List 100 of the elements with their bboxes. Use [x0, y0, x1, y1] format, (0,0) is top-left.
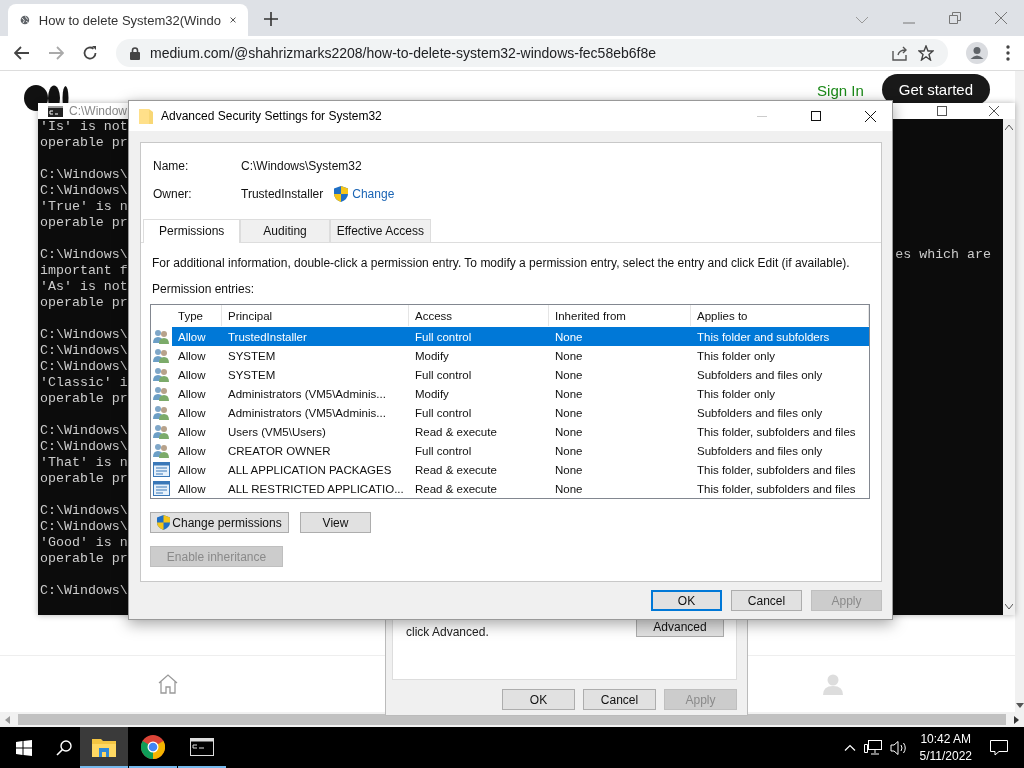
- close-icon[interactable]: [865, 110, 876, 122]
- section-label: Permission entries:: [152, 282, 256, 296]
- scroll-down-icon[interactable]: [1005, 604, 1013, 609]
- table-cell-text: Allow: [177, 424, 207, 440]
- console-line: C:\Windows\: [40, 423, 128, 439]
- console-line: C:\Windows\: [40, 183, 128, 199]
- window-title: C:\Window: [69, 104, 127, 118]
- url-text: medium.com/@shahrizmarks2208/how-to-delete-system32-windows-fec58eb6f8e: [150, 45, 656, 61]
- restore-icon[interactable]: [949, 12, 961, 24]
- address-bar[interactable]: medium.com/@shahrizmarks2208/how-to-delete-system32-windows-fec58eb6f8e: [116, 39, 948, 67]
- home-icon[interactable]: [157, 673, 179, 695]
- dialog-button[interactable]: Cancel: [731, 590, 802, 611]
- users-icon: [153, 424, 170, 439]
- get-started-button[interactable]: Get started: [881, 74, 990, 105]
- table-row[interactable]: Allow Administrators (VM5\Adminis... Modify None This folder only: [151, 384, 869, 403]
- maximize-icon[interactable]: [811, 111, 821, 121]
- horizontal-scrollbar[interactable]: [0, 712, 1024, 727]
- dialog-button[interactable]: Cancel: [583, 689, 656, 710]
- console-line: C:\Windows\: [40, 247, 128, 263]
- table-cell-text: None: [554, 405, 584, 421]
- change-link[interactable]: Change: [352, 187, 395, 201]
- maximize-icon[interactable]: [937, 106, 947, 116]
- dialog-button[interactable]: OK: [651, 590, 722, 611]
- network-icon[interactable]: [863, 740, 882, 755]
- console-line: important f: [40, 263, 128, 279]
- table-cell-text: This folder, subfolders and files: [696, 462, 857, 478]
- column-header[interactable]: Principal: [222, 305, 409, 326]
- taskbar-app[interactable]: [80, 727, 128, 768]
- table-cell-text: Administrators (VM5\Adminis...: [227, 386, 387, 402]
- close-icon[interactable]: [229, 15, 236, 25]
- view-button[interactable]: View: [300, 512, 371, 533]
- table-row[interactable]: Allow Administrators (VM5\Adminis... Full control None Subfolders and files only: [151, 403, 869, 422]
- close-icon[interactable]: [989, 106, 999, 116]
- console-line: 'Classic' i: [40, 375, 128, 391]
- table-row[interactable]: Allow Users (VM5\Users) Read & execute None This folder, subfolders and files: [151, 422, 869, 441]
- table-cell-text: ALL RESTRICTED APPLICATIO...: [227, 481, 405, 497]
- menu-icon[interactable]: [1006, 45, 1010, 61]
- reload-icon[interactable]: [82, 45, 98, 61]
- table-row[interactable]: Allow CREATOR OWNER Full control None Subfolders and files only: [151, 441, 869, 460]
- start-icon[interactable]: [16, 739, 32, 756]
- table-cell: Allow: [172, 327, 222, 346]
- console-line: operable pr: [40, 391, 128, 407]
- table-cell: Full control: [409, 327, 549, 346]
- scroll-right-icon[interactable]: [1014, 715, 1019, 724]
- table-row[interactable]: Allow ALL RESTRICTED APPLICATIO... Read & execute None This folder, subfolders and files: [151, 479, 869, 498]
- chevron-up-icon[interactable]: [843, 744, 856, 751]
- field-label: Name:: [153, 159, 190, 173]
- console-line: 'As' is not: [40, 279, 128, 295]
- column-header[interactable]: Applies to: [691, 305, 869, 326]
- new-tab-icon[interactable]: [264, 12, 278, 26]
- dialog-button[interactable]: OK: [502, 689, 575, 710]
- lock-icon: [130, 46, 140, 60]
- table-cell: This folder and subfolders: [691, 327, 869, 346]
- share-icon[interactable]: [892, 45, 908, 61]
- table-cell-text: Full control: [414, 405, 473, 421]
- console-line: C:\Windows\: [40, 519, 128, 535]
- scroll-down-icon[interactable]: [1015, 703, 1024, 708]
- table-cell-text: Allow: [177, 348, 207, 364]
- window-title: Advanced Security Settings for System32: [161, 109, 382, 123]
- table-cell-text: Users (VM5\Users): [227, 424, 327, 440]
- tab[interactable]: Permissions: [143, 219, 241, 243]
- folder-icon: [139, 108, 153, 124]
- table-row[interactable]: Allow ALL APPLICATION PACKAGES Read & execute None This folder, subfolders and files: [151, 460, 869, 479]
- column-header[interactable]: Access: [409, 305, 549, 326]
- notification-icon[interactable]: [990, 739, 1008, 756]
- users-icon: [153, 386, 170, 401]
- table-cell-text: Allow: [177, 481, 207, 497]
- console-line: C:\Windows\: [40, 439, 128, 455]
- table-cell-text: None: [554, 367, 584, 383]
- table-cell-text: None: [554, 462, 584, 478]
- table-cell-text: Allow: [177, 386, 207, 402]
- profile-icon[interactable]: [966, 42, 988, 64]
- table-cell-text: Allow: [177, 405, 207, 421]
- field-value: C:\Windows\System32: [241, 159, 362, 173]
- console-line: C:\Windows\: [40, 359, 128, 375]
- tab[interactable]: Effective Access: [329, 219, 431, 242]
- console-line: operable pr: [40, 551, 128, 567]
- clock-date: 5/11/2022: [919, 749, 972, 763]
- star-icon[interactable]: [918, 45, 934, 61]
- table-cell-text: Administrators (VM5\Adminis...: [227, 405, 387, 421]
- column-header[interactable]: Inherited from: [549, 305, 691, 326]
- table-row[interactable]: Allow SYSTEM Full control None Subfolders and files only: [151, 365, 869, 384]
- scroll-thumb[interactable]: [18, 714, 1006, 725]
- table-cell-text: Modify: [414, 348, 450, 364]
- shield-icon: [334, 186, 349, 202]
- change-permissions-button[interactable]: Change permissions: [150, 512, 289, 533]
- scroll-up-icon[interactable]: [1005, 125, 1013, 130]
- search-icon[interactable]: [56, 739, 72, 756]
- table-cell: None: [549, 327, 691, 346]
- table-cell-text: Full control: [414, 443, 473, 459]
- table-row[interactable]: Allow TrustedInstaller Full control None This folder and subfolders: [151, 327, 869, 346]
- browser-tab[interactable]: How to delete System32(Windo: [8, 4, 248, 36]
- chrome-icon: [141, 734, 165, 759]
- back-icon[interactable]: [14, 46, 30, 60]
- table-row[interactable]: Allow SYSTEM Modify None This folder only: [151, 346, 869, 365]
- shield-icon: [157, 515, 171, 530]
- volume-icon[interactable]: [889, 739, 908, 756]
- sign-in-link[interactable]: Sign In: [817, 82, 864, 99]
- tab[interactable]: Auditing: [240, 219, 330, 242]
- column-header[interactable]: Type: [172, 305, 222, 326]
